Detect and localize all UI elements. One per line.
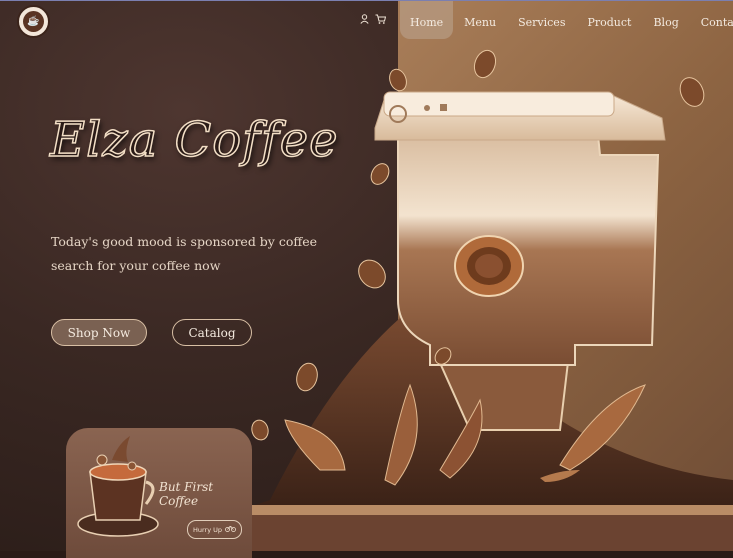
nav-home[interactable]: Home xyxy=(400,1,454,39)
user-icon[interactable] xyxy=(360,13,369,27)
promo-tagline: But First Coffee xyxy=(159,480,214,508)
nav-blog[interactable]: Blog xyxy=(642,1,689,39)
nav-contact[interactable]: Contact xyxy=(690,1,733,39)
nav-menu[interactable]: Menu xyxy=(453,1,507,39)
hero-subtitle-line1: Today's good mood is sponsored by coffee xyxy=(51,234,318,249)
nav-product[interactable]: Product xyxy=(576,1,642,39)
hero-title: Elza Coffee xyxy=(49,111,339,169)
bicycle-icon xyxy=(225,525,236,534)
hurry-up-label: Hurry Up xyxy=(192,525,223,534)
hero-subtitle: Today's good mood is sponsored by coffee… xyxy=(51,230,321,278)
cart-icon[interactable] xyxy=(375,14,387,27)
coffee-cup-illustration xyxy=(77,436,159,537)
promo-card: But First Coffee Hurry Up xyxy=(66,428,252,558)
hurry-up-button[interactable]: Hurry Up xyxy=(187,520,242,539)
coffee-cup-icon: ☕ xyxy=(23,11,44,32)
shop-now-button[interactable]: Shop Now xyxy=(51,319,147,346)
main-navigation: Home Menu Services Product Blog Contact xyxy=(360,0,733,40)
catalog-button[interactable]: Catalog xyxy=(172,319,252,346)
hero-subtitle-line2: search for your coffee now xyxy=(51,258,221,273)
nav-icons xyxy=(360,13,387,27)
brand-logo[interactable]: ☕ xyxy=(17,5,50,38)
nav-services[interactable]: Services xyxy=(507,1,576,39)
